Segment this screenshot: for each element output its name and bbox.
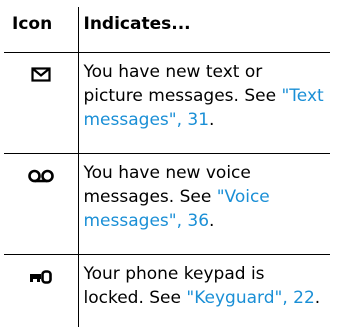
description-end: . — [209, 211, 214, 231]
description-cell: Your phone keypad is locked. See "Keygua… — [78, 255, 330, 327]
header-icon: Icon — [4, 7, 78, 53]
link-keyguard[interactable]: "Keyguard", 22 — [186, 288, 314, 308]
envelope-icon — [31, 67, 51, 83]
description-text: You have new text or picture messages. S… — [84, 62, 282, 106]
key-icon — [29, 270, 53, 284]
icon-cell — [4, 154, 78, 255]
voicemail-icon — [28, 169, 54, 183]
table-row: You have new text or picture messages. S… — [4, 53, 330, 154]
icon-table: Icon Indicates... You have new text or p… — [4, 7, 330, 327]
header-indicates: Indicates... — [78, 7, 330, 53]
table-row: You have new voice messages. See "Voice … — [4, 154, 330, 255]
icon-cell — [4, 255, 78, 327]
description-end: . — [315, 288, 320, 308]
description-end: . — [209, 110, 214, 130]
icon-cell — [4, 53, 78, 154]
description-cell: You have new voice messages. See "Voice … — [78, 154, 330, 255]
description-cell: You have new text or picture messages. S… — [78, 53, 330, 154]
table-row: Your phone keypad is locked. See "Keygua… — [4, 255, 330, 327]
table-header-row: Icon Indicates... — [4, 7, 330, 53]
